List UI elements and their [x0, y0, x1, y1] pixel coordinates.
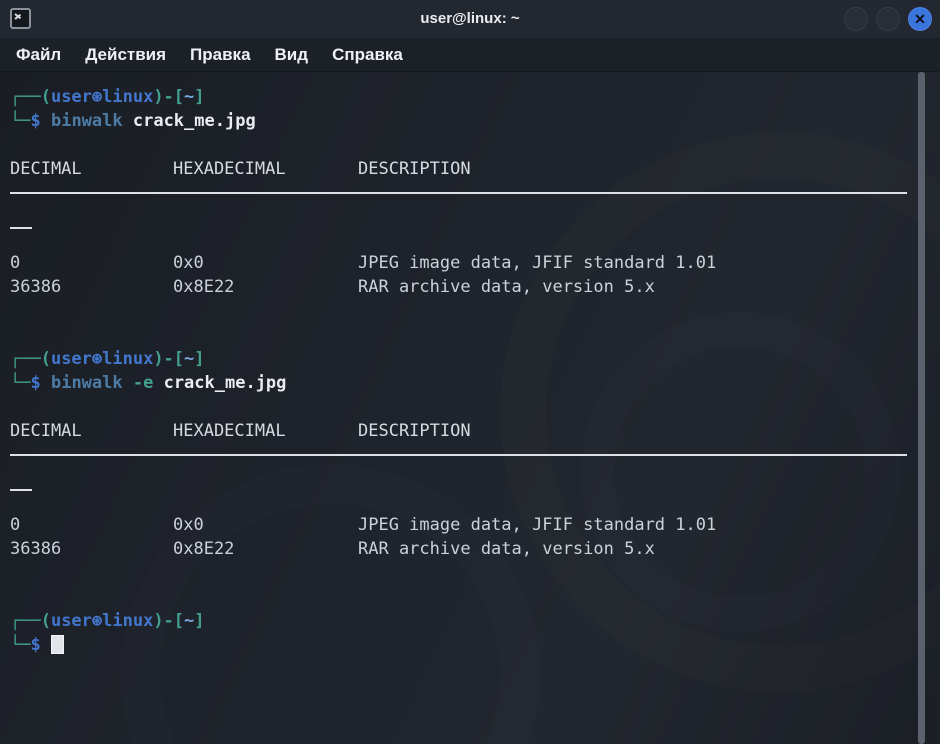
terminal-text: )-[ — [153, 349, 184, 369]
separator-rule — [10, 192, 907, 194]
terminal-text: DECIMAL — [10, 419, 173, 443]
terminal-text: RAR archive data, version 5.x — [358, 277, 655, 297]
terminal-text: 36386 — [10, 537, 173, 561]
terminal-text: HEXADECIMAL — [173, 419, 358, 443]
menu-item-4[interactable]: Справка — [320, 38, 415, 71]
terminal-text: 0x8E22 — [173, 537, 358, 561]
terminal-line: 00x0JPEG image data, JFIF standard 1.01 — [10, 251, 916, 275]
menu-item-2[interactable]: Правка — [178, 38, 262, 71]
terminal-text: ] — [194, 87, 204, 107]
terminal-text: crack_me.jpg — [133, 111, 256, 131]
terminal-text: ~ — [184, 611, 194, 631]
terminal-line: ┌──(user⊛linux)-[~] — [10, 609, 916, 633]
terminal-text: 0x0 — [173, 513, 358, 537]
terminal-line: 00x0JPEG image data, JFIF standard 1.01 — [10, 513, 916, 537]
terminal-line — [10, 299, 916, 323]
terminal-line — [10, 561, 916, 585]
terminal-line — [10, 323, 916, 347]
terminal-line: ┌──(user⊛linux)-[~] — [10, 347, 916, 371]
close-button[interactable]: ✕ — [908, 7, 932, 31]
terminal-text: 0x8E22 — [173, 275, 358, 299]
terminal-text: 0 — [10, 513, 173, 537]
minimize-button[interactable] — [844, 7, 868, 31]
terminal-window: user@linux: ~ ✕ ФайлДействияПравкаВидСпр… — [0, 0, 940, 744]
terminal-text: ] — [194, 611, 204, 631]
terminal-text: user⊛linux — [51, 87, 153, 107]
terminal-text: └─ — [10, 635, 30, 655]
terminal-text: -e — [133, 373, 164, 393]
separator-line — [10, 489, 916, 513]
terminal-text: 0 — [10, 251, 173, 275]
terminal-text: JPEG image data, JFIF standard 1.01 — [358, 253, 716, 273]
terminal-cursor — [51, 635, 64, 654]
terminal-line: └─$ binwalk crack_me.jpg — [10, 109, 916, 133]
separator-rule — [10, 489, 32, 491]
separator-rule — [10, 454, 907, 456]
terminal-text: └─ — [10, 373, 30, 393]
terminal-line — [10, 395, 916, 419]
terminal-line: ┌──(user⊛linux)-[~] — [10, 85, 916, 109]
separator-line — [10, 227, 916, 251]
terminal-text: $ — [30, 111, 50, 131]
terminal-text: 0x0 — [173, 251, 358, 275]
terminal-line: └─$ — [10, 633, 916, 657]
terminal-line: 363860x8E22RAR archive data, version 5.x — [10, 275, 916, 299]
terminal-text: JPEG image data, JFIF standard 1.01 — [358, 515, 716, 535]
menu-bar: ФайлДействияПравкаВидСправка — [0, 38, 940, 72]
terminal-text: user⊛linux — [51, 611, 153, 631]
window-buttons: ✕ — [844, 7, 932, 31]
terminal-text: ┌──( — [10, 611, 51, 631]
terminal-text: 36386 — [10, 275, 173, 299]
terminal-text: DECIMAL — [10, 157, 173, 181]
terminal-line — [10, 133, 916, 157]
terminal-line: DECIMALHEXADECIMALDESCRIPTION — [10, 419, 916, 443]
separator-line — [10, 192, 916, 216]
terminal-content: ┌──(user⊛linux)-[~]└─$ binwalk crack_me.… — [10, 85, 916, 657]
maximize-button[interactable] — [876, 7, 900, 31]
menu-item-3[interactable]: Вид — [263, 38, 321, 71]
terminal-text: $ — [30, 373, 50, 393]
terminal-viewport[interactable]: ┌──(user⊛linux)-[~]└─$ binwalk crack_me.… — [0, 72, 940, 744]
separator-rule — [10, 227, 32, 229]
terminal-text: ] — [194, 349, 204, 369]
terminal-text: ┌──( — [10, 87, 51, 107]
terminal-text: RAR archive data, version 5.x — [358, 539, 655, 559]
terminal-text: └─ — [10, 111, 30, 131]
terminal-line: 363860x8E22RAR archive data, version 5.x — [10, 537, 916, 561]
terminal-text: )-[ — [153, 611, 184, 631]
terminal-text: ┌──( — [10, 349, 51, 369]
terminal-line — [10, 585, 916, 609]
window-title: user@linux: ~ — [0, 0, 940, 38]
terminal-text: binwalk — [51, 111, 133, 131]
terminal-text: user⊛linux — [51, 349, 153, 369]
terminal-text: DESCRIPTION — [358, 159, 471, 179]
terminal-line: DECIMALHEXADECIMALDESCRIPTION — [10, 157, 916, 181]
separator-line — [10, 454, 916, 478]
terminal-text: )-[ — [153, 87, 184, 107]
menu-item-0[interactable]: Файл — [4, 38, 73, 71]
terminal-text: ~ — [184, 87, 194, 107]
terminal-text: $ — [30, 635, 50, 655]
terminal-text: HEXADECIMAL — [173, 157, 358, 181]
terminal-text: crack_me.jpg — [164, 373, 287, 393]
terminal-line: └─$ binwalk -e crack_me.jpg — [10, 371, 916, 395]
scrollbar-thumb[interactable] — [918, 72, 925, 744]
terminal-text: ~ — [184, 349, 194, 369]
title-bar[interactable]: user@linux: ~ ✕ — [0, 0, 940, 38]
menu-item-1[interactable]: Действия — [73, 38, 178, 71]
terminal-text: binwalk — [51, 373, 133, 393]
terminal-text: DESCRIPTION — [358, 421, 471, 441]
